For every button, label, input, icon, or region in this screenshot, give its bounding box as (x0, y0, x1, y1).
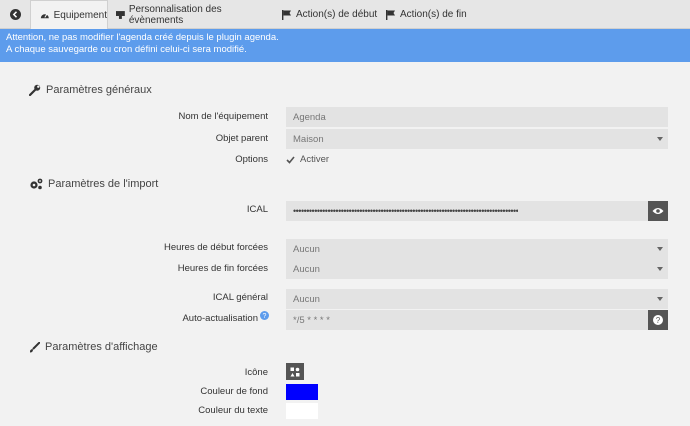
cron-help-button[interactable]: ? (648, 310, 668, 330)
svg-text:?: ? (656, 316, 661, 325)
tab-label: Action(s) de fin (400, 9, 467, 20)
back-button[interactable] (0, 0, 30, 29)
tab-label: Equipement (53, 9, 107, 21)
auto-refresh-input[interactable]: */5 * * * * (286, 310, 648, 330)
end-hours-label: Heures de fin forcées (177, 263, 268, 274)
tab-label: Personnalisation des évènements (128, 3, 222, 26)
tab-personnalisation[interactable]: Personnalisation des évènements (116, 0, 276, 29)
bg-color-label: Couleur de fond (200, 386, 268, 397)
tab-equipement[interactable]: Equipement (30, 0, 108, 30)
text-color-picker[interactable] (286, 403, 318, 419)
dashboard-icon (40, 13, 49, 19)
ical-general-select[interactable]: Aucun (286, 289, 668, 309)
tab-bar: Equipement Personnalisation des évènemen… (0, 0, 690, 30)
name-label: Nom de l'équipement (178, 111, 268, 122)
tab-actions-fin[interactable]: Action(s) de fin (386, 0, 476, 29)
activer-label: Activer (300, 154, 330, 165)
warning-alert: Attention, ne pas modifier l'agenda créé… (0, 29, 690, 62)
start-hours-select[interactable]: Aucun (286, 239, 668, 259)
end-hours-select[interactable]: Aucun (286, 259, 668, 279)
ical-password-input[interactable]: ••••••••••••••••••••••••••••••••••••••••… (286, 201, 648, 221)
check-icon (286, 155, 295, 164)
flag-icon (282, 9, 291, 20)
arrow-left-circle-icon (9, 9, 21, 20)
tab-actions-debut[interactable]: Action(s) de début (282, 0, 380, 29)
tab-label: Action(s) de début (296, 9, 378, 20)
alert-line-1: Attention, ne pas modifier l'agenda créé… (6, 32, 279, 43)
section-display-title: Paramètres d'affichage (29, 341, 158, 353)
paintbrush-icon (29, 341, 40, 352)
calendar-icon (116, 10, 125, 19)
bg-color-picker[interactable] (286, 384, 318, 400)
parent-object-select[interactable]: Maison (286, 129, 668, 149)
equipment-name-input[interactable]: Agenda (286, 107, 668, 127)
text-color-label: Couleur du texte (198, 405, 268, 416)
eye-icon (652, 208, 664, 214)
ical-general-label: ICAL général (212, 292, 268, 303)
section-general-title: Paramètres généraux (29, 84, 152, 96)
gears-icon (30, 178, 43, 190)
auto-refresh-label: Auto-actualisation (182, 313, 258, 324)
icon-label: Icône (244, 367, 268, 378)
section-import-title: Paramètres de l'import (29, 178, 158, 190)
choose-icon-button[interactable] (286, 363, 304, 380)
question-circle-icon[interactable]: ? (260, 311, 269, 320)
parent-label: Objet parent (215, 133, 268, 144)
ical-value: ••••••••••••••••••••••••••••••••••••••••… (293, 206, 519, 216)
options-label: Options (235, 154, 268, 165)
icons-icon (290, 367, 300, 376)
svg-text:?: ? (263, 313, 267, 320)
activer-checkbox[interactable]: Activer (286, 154, 329, 165)
ical-label: ICAL (246, 204, 268, 215)
flag-icon (386, 9, 395, 20)
start-hours-label: Heures de début forcées (163, 242, 268, 253)
alert-line-2: A chaque sauvegarde ou cron défini celui… (6, 44, 247, 55)
wrench-icon (29, 84, 41, 96)
question-icon: ? (653, 315, 663, 325)
show-password-button[interactable] (648, 201, 668, 221)
